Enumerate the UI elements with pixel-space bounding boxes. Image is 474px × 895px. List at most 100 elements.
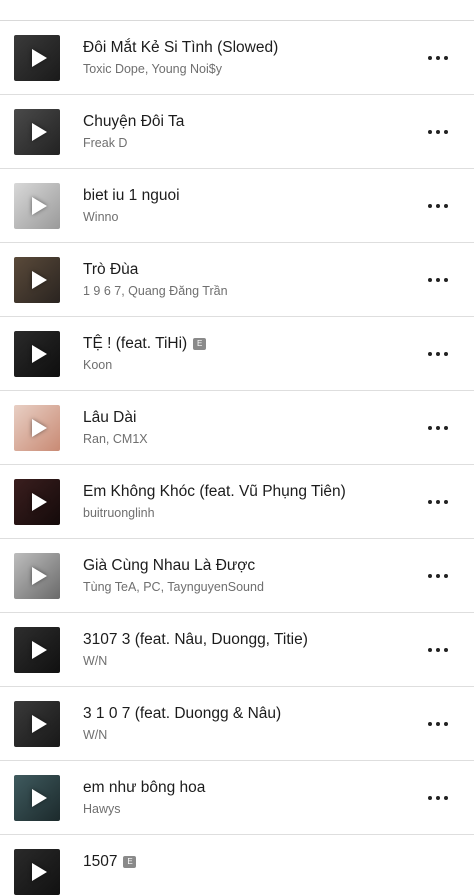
dot (428, 722, 432, 726)
song-artist: Tùng TeA, PC, TaynguyenSound (83, 580, 264, 594)
play-icon[interactable] (32, 715, 47, 733)
dot (428, 56, 432, 60)
song-title-text: biet iu 1 nguoi (83, 187, 180, 204)
song-list: Đôi Mắt Kẻ Si Tình (Slowed) Toxic Dope, Y… (0, 21, 474, 895)
song-row[interactable]: Đôi Mắt Kẻ Si Tình (Slowed) Toxic Dope, Y… (0, 21, 474, 95)
album-art[interactable] (14, 849, 60, 895)
dot (428, 426, 432, 430)
dot (444, 648, 448, 652)
song-title-text: em như bông hoa (83, 779, 206, 796)
song-row[interactable]: Chuyện Đôi Ta Freak D (0, 95, 474, 169)
song-row[interactable]: em như bông hoa Hawys (0, 761, 474, 835)
dot (428, 204, 432, 208)
more-options-icon[interactable] (428, 425, 448, 431)
play-icon[interactable] (32, 789, 47, 807)
dot (428, 574, 432, 578)
explicit-badge: E (193, 338, 207, 350)
song-artist: W/N (83, 654, 108, 668)
dot (428, 278, 432, 282)
dot (436, 56, 440, 60)
song-row[interactable]: 3107 3 (feat. Nâu, Duongg, Titie) W/N (0, 613, 474, 687)
song-row[interactable]: 3 1 0 7 (feat. Duongg & Nâu) W/N (0, 687, 474, 761)
dot (436, 796, 440, 800)
song-title-text: Già Cùng Nhau Là Được (83, 557, 256, 574)
album-art[interactable] (14, 553, 60, 599)
play-icon[interactable] (32, 123, 47, 141)
song-artist: Winno (83, 210, 119, 224)
dot (444, 352, 448, 356)
album-art[interactable] (14, 479, 60, 525)
song-title: 3 1 0 7 (feat. Duongg & Nâu) (83, 705, 281, 723)
album-art[interactable] (14, 35, 60, 81)
album-art[interactable] (14, 627, 60, 673)
dot (428, 352, 432, 356)
song-row[interactable]: TỆ ! (feat. TiHi) E Koon (0, 317, 474, 391)
song-title-text: Em Không Khóc (feat. Vũ Phụng Tiên) (83, 483, 346, 500)
play-icon[interactable] (32, 493, 47, 511)
more-options-icon[interactable] (428, 573, 448, 579)
play-icon[interactable] (32, 271, 47, 289)
song-title-text: 3107 3 (feat. Nâu, Duongg, Titie) (83, 631, 308, 648)
more-options-icon[interactable] (428, 351, 448, 357)
header-strip (0, 0, 474, 21)
song-row[interactable]: biet iu 1 nguoi Winno (0, 169, 474, 243)
more-options-icon[interactable] (428, 55, 448, 61)
song-title: biet iu 1 nguoi (83, 187, 180, 205)
play-icon[interactable] (32, 641, 47, 659)
dot (436, 574, 440, 578)
play-icon[interactable] (32, 197, 47, 215)
song-artist: Freak D (83, 136, 128, 150)
album-art[interactable] (14, 257, 60, 303)
explicit-badge: E (123, 856, 137, 868)
dot (428, 796, 432, 800)
dot (444, 574, 448, 578)
more-options-icon[interactable] (428, 795, 448, 801)
song-title-text: TỆ ! (feat. TiHi) (83, 335, 188, 352)
dot (444, 278, 448, 282)
song-row[interactable]: Trò Đùa 1 9 6 7, Quang Đăng Trần (0, 243, 474, 317)
album-art[interactable] (14, 775, 60, 821)
more-options-icon[interactable] (428, 647, 448, 653)
more-options-icon[interactable] (428, 129, 448, 135)
song-title: 3107 3 (feat. Nâu, Duongg, Titie) (83, 631, 308, 649)
dot (436, 426, 440, 430)
play-icon[interactable] (32, 345, 47, 363)
song-artist: buitruonglinh (83, 506, 155, 520)
album-art[interactable] (14, 405, 60, 451)
dot (436, 648, 440, 652)
dot (436, 500, 440, 504)
more-options-icon[interactable] (428, 721, 448, 727)
song-artist: Toxic Dope, Young Noi$y (83, 62, 222, 76)
song-title: TỆ ! (feat. TiHi) E (83, 335, 207, 353)
song-title: Trò Đùa (83, 261, 138, 279)
song-row[interactable]: Lâu Dài Ran, CM1X (0, 391, 474, 465)
song-row[interactable]: Em Không Khóc (feat. Vũ Phụng Tiên) buitr… (0, 465, 474, 539)
album-art[interactable] (14, 701, 60, 747)
more-options-icon[interactable] (428, 499, 448, 505)
more-options-icon[interactable] (428, 203, 448, 209)
song-title-text: Chuyện Đôi Ta (83, 113, 185, 130)
song-row[interactable]: 1507 E (0, 835, 474, 895)
dot (436, 722, 440, 726)
play-icon[interactable] (32, 567, 47, 585)
dot (444, 130, 448, 134)
dot (444, 796, 448, 800)
song-title-text: 3 1 0 7 (feat. Duongg & Nâu) (83, 705, 282, 722)
song-title: Đôi Mắt Kẻ Si Tình (Slowed) (83, 39, 278, 57)
song-title: em như bông hoa (83, 779, 205, 797)
dot (428, 130, 432, 134)
song-title-text: Trò Đùa (83, 261, 139, 278)
more-options-icon[interactable] (428, 277, 448, 283)
album-art[interactable] (14, 331, 60, 377)
song-title: Em Không Khóc (feat. Vũ Phụng Tiên) (83, 483, 346, 501)
song-row[interactable]: Già Cùng Nhau Là Được Tùng TeA, PC, Tayng… (0, 539, 474, 613)
dot (436, 352, 440, 356)
song-title: Già Cùng Nhau Là Được (83, 557, 255, 575)
dot (444, 56, 448, 60)
song-title: Chuyện Đôi Ta (83, 113, 184, 131)
dot (428, 500, 432, 504)
album-art[interactable] (14, 183, 60, 229)
play-icon[interactable] (32, 49, 47, 67)
play-icon[interactable] (32, 419, 47, 437)
album-art[interactable] (14, 109, 60, 155)
